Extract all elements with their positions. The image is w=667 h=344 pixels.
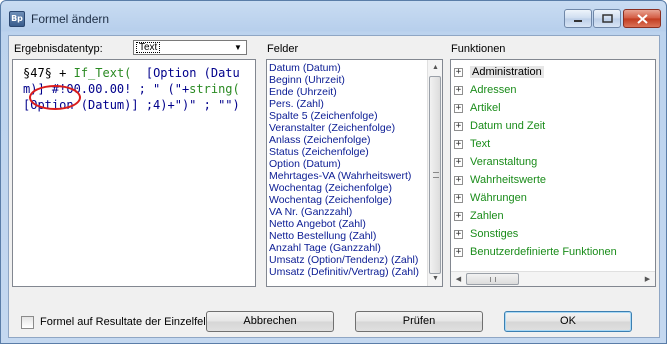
scroll-left-icon[interactable]: ◀ — [451, 272, 466, 286]
felder-list[interactable]: Datum (Datum) Beginn (Uhrzeit) Ende (Uhr… — [266, 59, 443, 287]
list-item[interactable]: Netto Angebot (Zahl) — [269, 218, 427, 230]
check-button[interactable]: Prüfen — [355, 311, 483, 332]
maximize-button[interactable] — [593, 9, 621, 28]
ok-button[interactable]: OK — [504, 311, 632, 332]
expand-icon[interactable]: + — [454, 175, 463, 185]
scroll-up-icon[interactable]: ▲ — [428, 60, 442, 75]
window-title: Formel ändern — [31, 12, 110, 26]
close-button[interactable] — [623, 9, 661, 28]
cancel-button[interactable]: Abbrechen — [206, 311, 334, 332]
dialog-client-area: Ergebnisdatentyp: Text ▼ §47§ + If_Text(… — [8, 35, 660, 338]
tree-item-text[interactable]: + Text — [454, 135, 617, 153]
list-item[interactable]: Status (Zeichenfolge) — [269, 146, 427, 158]
formula-function-if-text: If_Text( — [73, 66, 132, 80]
tree-item-administration[interactable]: + Administration — [454, 63, 617, 81]
list-item[interactable]: Option (Datum) — [269, 158, 427, 170]
felder-header: Felder — [267, 43, 299, 55]
felder-scrollbar[interactable]: ▲ ▼ — [427, 60, 442, 286]
formula-field-token: §47§ — [23, 66, 52, 80]
tree-item-zahlen[interactable]: + Zahlen — [454, 207, 617, 225]
highlight-circle-annotation — [29, 85, 81, 110]
expand-icon[interactable]: + — [454, 121, 463, 131]
result-type-select[interactable]: Text ▼ — [133, 40, 247, 55]
scrollbar-thumb[interactable] — [429, 76, 441, 274]
checkbox-label: Formel auf Resultate der Einzelfelde — [40, 316, 210, 328]
chevron-down-icon: ▼ — [234, 43, 242, 52]
result-type-label: Ergebnisdatentyp: — [14, 43, 103, 55]
title-bar[interactable]: Bp Formel ändern — [1, 1, 666, 35]
scroll-down-icon[interactable]: ▼ — [428, 271, 442, 286]
expand-icon[interactable]: + — [454, 211, 463, 221]
expand-icon[interactable]: + — [454, 85, 463, 95]
list-item[interactable]: VA Nr. (Ganzzahl) — [269, 206, 427, 218]
tree-item-adressen[interactable]: + Adressen — [454, 81, 617, 99]
tree-item-veranstaltung[interactable]: + Veranstaltung — [454, 153, 617, 171]
tree-item-artikel[interactable]: + Artikel — [454, 99, 617, 117]
list-item[interactable]: Anzahl Tage (Ganzzahl) — [269, 242, 427, 254]
funktionen-header: Funktionen — [451, 43, 506, 55]
funktionen-tree[interactable]: + Administration + Adressen + Artikel + Datu… — [450, 59, 656, 287]
expand-icon[interactable]: + — [454, 229, 463, 239]
result-type-value: Text — [136, 42, 161, 53]
list-item[interactable]: Wochentag (Zeichenfolge) — [269, 182, 427, 194]
minimize-icon — [574, 19, 582, 22]
list-item[interactable]: Mehrtages-VA (Wahrheitswert) — [269, 170, 427, 182]
list-item[interactable]: Datum (Datum) — [269, 62, 427, 74]
expand-icon[interactable]: + — [454, 157, 463, 167]
app-icon: Bp — [9, 11, 25, 27]
list-item[interactable]: Spalte 5 (Zeichenfolge) — [269, 110, 427, 122]
expand-icon[interactable]: + — [454, 193, 463, 203]
close-icon — [636, 13, 648, 24]
formula-function-string: string( — [189, 82, 240, 96]
list-item[interactable]: Umsatz (Option/Tendenz) (Zahl) — [269, 254, 427, 266]
list-item[interactable]: Pers. (Zahl) — [269, 98, 427, 110]
funktionen-hscrollbar[interactable]: ◀ ▶ — [451, 271, 655, 286]
list-item[interactable]: Wochentag (Zeichenfolge) — [269, 194, 427, 206]
tree-item-wahrheitswerte[interactable]: + Wahrheitswerte — [454, 171, 617, 189]
expand-icon[interactable]: + — [454, 139, 463, 149]
minimize-button[interactable] — [564, 9, 592, 28]
list-item[interactable]: Anlass (Zeichenfolge) — [269, 134, 427, 146]
formula-editor[interactable]: §47§ + If_Text( [Option (Datum)] #!00.00… — [12, 59, 256, 287]
formula-operator: + — [51, 66, 74, 80]
scroll-right-icon[interactable]: ▶ — [640, 272, 655, 286]
maximize-icon — [601, 14, 613, 23]
list-item[interactable]: Umsatz (Definitiv/Vertrag) (Zahl) — [269, 266, 427, 278]
scrollbar-thumb[interactable] — [466, 273, 519, 285]
list-item[interactable]: Ende (Uhrzeit) — [269, 86, 427, 98]
expand-icon[interactable]: + — [454, 247, 463, 257]
expand-icon[interactable]: + — [454, 103, 463, 113]
list-item[interactable]: Beginn (Uhrzeit) — [269, 74, 427, 86]
apply-to-results-checkbox[interactable] — [21, 316, 34, 329]
tree-item-benutzerdefinierte-funktionen[interactable]: + Benutzerdefinierte Funktionen — [454, 243, 617, 261]
expand-icon[interactable]: + — [454, 67, 463, 77]
list-item[interactable]: Veranstalter (Zeichenfolge) — [269, 122, 427, 134]
tree-item-waehrungen[interactable]: + Währungen — [454, 189, 617, 207]
dialog-window: Bp Formel ändern Ergebnisdatentyp: Text … — [0, 0, 667, 344]
tree-item-datum-und-zeit[interactable]: + Datum und Zeit — [454, 117, 617, 135]
tree-item-sonstiges[interactable]: + Sonstiges — [454, 225, 617, 243]
list-item[interactable]: Netto Bestellung (Zahl) — [269, 230, 427, 242]
